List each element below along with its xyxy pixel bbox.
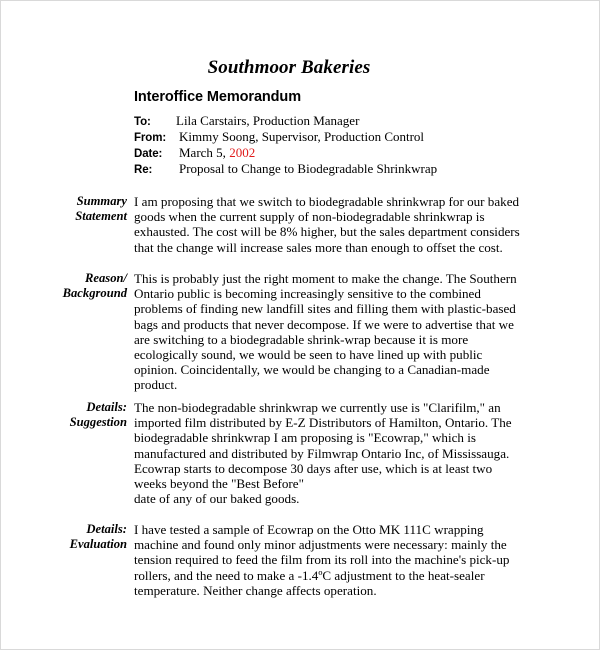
memo-document-page: Southmoor Bakeries Interoffice Memorandu… <box>0 0 600 650</box>
company-title: Southmoor Bakeries <box>207 57 371 78</box>
section-label-reason-line1: Reason/ <box>85 271 127 285</box>
section-label-details-suggestion-line1: Details: <box>86 400 127 414</box>
section-label-reason: Reason/ Background <box>1 271 134 393</box>
section-body-summary: I am proposing that we switch to biodegr… <box>134 194 520 255</box>
section-details-evaluation: Details: Evaluation I have tested a samp… <box>1 522 599 598</box>
section-body-reason: This is probably just the right moment t… <box>134 271 517 393</box>
header-value-date: March 5, 2002 <box>176 145 255 161</box>
section-label-details-suggestion: Details: Suggestion <box>1 400 134 506</box>
header-row-re: Re: Proposal to Change to Biodegradable … <box>134 161 514 177</box>
header-label-re: Re: <box>134 164 153 176</box>
document-subtitle: Interoffice Memorandum <box>134 89 301 105</box>
header-value-to: Lila Carstairs, Production Manager <box>176 113 360 128</box>
header-value-re: Proposal to Change to Biodegradable Shri… <box>179 161 438 176</box>
section-label-reason-line2: Background <box>62 286 127 301</box>
date-text: March 5, <box>179 145 230 160</box>
header-label-date: Date: <box>134 148 163 160</box>
section-details-suggestion: Details: Suggestion The non-biodegradabl… <box>1 400 599 507</box>
section-label-details-suggestion-line2: Suggestion <box>69 415 127 430</box>
section-label-summary: Summary Statement <box>1 194 134 255</box>
header-row-to: To: Lila Carstairs, Production Manager <box>134 113 514 129</box>
section-label-details-evaluation-line1: Details: <box>86 522 127 536</box>
section-summary-statement: Summary Statement I am proposing that we… <box>1 194 599 255</box>
header-value-from: Kimmy Soong, Supervisor, Production Cont… <box>179 129 425 144</box>
header-label-to: To: <box>134 116 151 128</box>
section-body-details-suggestion: The non-biodegradable shrinkwrap we curr… <box>134 400 512 507</box>
section-label-summary-line1: Summary <box>76 194 127 208</box>
section-label-details-evaluation: Details: Evaluation <box>1 522 134 598</box>
memo-header-block: To: Lila Carstairs, Production Manager F… <box>134 113 514 177</box>
section-body-details-evaluation: I have tested a sample of Ecowrap on the… <box>134 522 510 598</box>
header-row-date: Date: March 5, 2002 <box>134 145 514 161</box>
section-label-details-evaluation-line2: Evaluation <box>69 537 127 552</box>
section-label-summary-line2: Statement <box>75 209 127 224</box>
date-year: 2002 <box>229 145 256 160</box>
section-reason-background: Reason/ Background This is probably just… <box>1 271 599 393</box>
header-label-from: From: <box>134 132 167 144</box>
header-row-from: From: Kimmy Soong, Supervisor, Productio… <box>134 129 514 145</box>
